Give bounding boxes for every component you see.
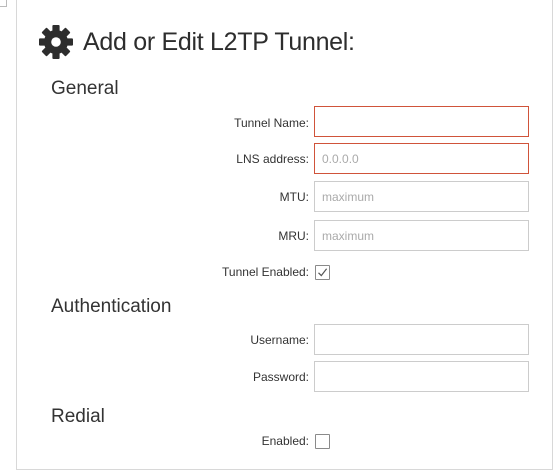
dialog-header: Add or Edit L2TP Tunnel: <box>38 24 355 60</box>
password-input[interactable] <box>314 361 529 392</box>
mtu-label: MTU: <box>279 190 309 204</box>
tunnel-name-label: Tunnel Name: <box>234 116 309 130</box>
dialog-title: Add or Edit L2TP Tunnel: <box>83 27 355 56</box>
section-heading-redial: Redial <box>51 406 105 427</box>
mtu-input[interactable] <box>314 181 529 212</box>
redial-enabled-checkbox[interactable] <box>315 434 330 449</box>
redial-enabled-label: Enabled: <box>261 434 309 448</box>
left-panel-edge <box>0 0 17 470</box>
l2tp-tunnel-dialog: Add or Edit L2TP Tunnel: General Tunnel … <box>0 0 553 470</box>
corner-mark <box>0 0 7 7</box>
tunnel-name-input[interactable] <box>314 106 529 137</box>
username-label: Username: <box>250 333 309 347</box>
mru-input[interactable] <box>314 220 529 251</box>
tunnel-enabled-label: Tunnel Enabled: <box>222 265 309 279</box>
gear-icon <box>39 25 73 59</box>
tunnel-enabled-checkbox[interactable] <box>315 265 330 280</box>
username-input[interactable] <box>314 324 529 355</box>
lns-address-input[interactable] <box>314 143 529 174</box>
password-label: Password: <box>252 370 309 384</box>
section-heading-authentication: Authentication <box>51 296 172 317</box>
checkmark-icon <box>318 268 328 277</box>
mru-label: MRU: <box>278 229 309 243</box>
lns-address-label: LNS address: <box>236 152 309 166</box>
section-heading-general: General <box>51 78 119 99</box>
